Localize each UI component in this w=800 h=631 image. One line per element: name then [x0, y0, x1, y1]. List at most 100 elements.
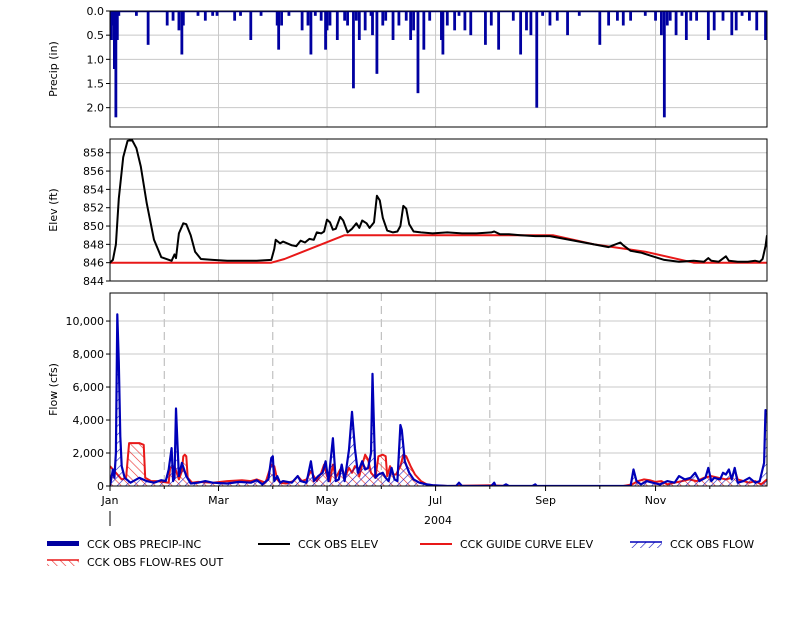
y-tick-label: 2,000	[73, 447, 105, 460]
precip-bar	[171, 11, 175, 21]
precip-bar	[689, 11, 693, 21]
y-tick-label: 0.0	[87, 5, 105, 18]
precip-bar	[391, 11, 395, 40]
flow-panel: 0 2,000 4,000 6,000 8,000 10,000 Flow (cfs)	[47, 292, 768, 493]
precip-bar	[412, 11, 415, 31]
y-tick-label: 0	[97, 480, 104, 493]
precip-bar	[177, 11, 181, 31]
y-tick-label: 1.5	[87, 78, 105, 91]
precip-bar	[335, 11, 339, 40]
y-axis-label: Precip (in)	[47, 41, 60, 97]
precip-bar	[371, 11, 374, 36]
precip-bar	[773, 11, 776, 16]
precip-bar	[621, 11, 625, 26]
precip-bar	[662, 11, 666, 118]
precip-bar	[484, 11, 487, 45]
precip-bar	[755, 11, 759, 31]
precip-bar	[404, 11, 408, 21]
precip-bar	[277, 11, 281, 50]
precip-bar	[384, 11, 388, 21]
time-axis: Jan Mar May Jul Sep Nov 2004	[101, 486, 711, 527]
x-tick-label: Jan	[101, 494, 119, 507]
precip-bar	[734, 11, 738, 31]
precip-bar	[233, 11, 237, 21]
precip-bar	[453, 11, 457, 31]
legend-item: CCK OBS ELEV	[258, 538, 379, 551]
precip-bar	[352, 11, 355, 89]
precip-bar	[525, 11, 528, 31]
hydrograph-figure: 0.0 0.5 1.0 1.5 2.0 Precip (in) 844 846 848 850 8…	[0, 0, 800, 627]
elevation-panel: 844 846 848 850 852 854 856 858 Elev (ft)	[47, 138, 768, 288]
precip-bar	[428, 11, 432, 21]
precip-bar	[319, 11, 323, 21]
precip-bar	[721, 11, 725, 21]
precip-bar	[325, 11, 329, 31]
y-tick-label: 846	[83, 257, 104, 270]
precip-bar	[309, 11, 313, 55]
precip-bar	[660, 11, 663, 36]
precip-bar	[203, 11, 207, 21]
y-tick-label: 844	[83, 275, 104, 288]
precip-panel: 0.0 0.5 1.0 1.5 2.0 Precip (in)	[47, 5, 776, 128]
legend-item: CCK OBS FLOW-RES OUT	[47, 556, 223, 569]
precip-bar	[357, 11, 361, 40]
precip-bar	[181, 11, 185, 26]
precip-bar	[748, 11, 751, 21]
y-tick-label: 8,000	[73, 348, 105, 361]
precip-bar	[375, 11, 379, 74]
guide-curve-line	[110, 234, 767, 264]
res-out-area	[110, 443, 767, 486]
year-label: 2004	[424, 514, 452, 527]
legend-swatch-hatch	[47, 560, 79, 566]
plot-area	[110, 11, 776, 118]
precip-bar	[249, 11, 253, 40]
y-tick-label: 10,000	[66, 315, 105, 328]
legend-item: CCK OBS PRECIP-INC	[47, 538, 202, 551]
legend-item: CCK OBS FLOW	[630, 538, 754, 551]
precip-bar	[363, 11, 367, 31]
legend-label: CCK GUIDE CURVE ELEV	[460, 538, 594, 551]
precip-bar	[416, 11, 420, 94]
y-tick-label: 856	[83, 165, 104, 178]
y-axis-label: Flow (cfs)	[47, 363, 60, 416]
legend-label: CCK OBS FLOW-RES OUT	[87, 556, 223, 569]
precip-bar	[674, 11, 678, 36]
precip-bar	[535, 11, 539, 108]
precip-bar	[566, 11, 569, 36]
precip-bar	[616, 11, 619, 21]
legend-label: CCK OBS PRECIP-INC	[87, 538, 202, 551]
precip-bar	[409, 11, 413, 40]
y-tick-label: 852	[83, 202, 104, 215]
y-tick-label: 0.5	[87, 29, 105, 42]
panel-frame	[109, 10, 768, 128]
precip-bar	[146, 11, 150, 45]
precip-bar	[706, 11, 710, 40]
precip-bar	[445, 11, 449, 26]
precip-bar	[607, 11, 611, 26]
y-tick-label: 848	[83, 238, 104, 251]
precip-bar	[300, 11, 304, 31]
precip-bar	[712, 11, 716, 31]
precip-bar	[555, 11, 559, 21]
precip-bar	[629, 11, 633, 21]
y-tick-label: 854	[83, 183, 104, 196]
precip-bar	[598, 11, 602, 45]
precip-bar	[665, 11, 669, 26]
y-tick-label: 4,000	[73, 414, 105, 427]
y-tick-label: 850	[83, 220, 104, 233]
y-tick-label: 6,000	[73, 381, 105, 394]
precip-bar	[695, 11, 699, 21]
precip-bar	[469, 11, 473, 36]
legend-swatch-hatch	[630, 542, 662, 548]
y-tick-label: 858	[83, 147, 104, 160]
precip-bar	[346, 11, 349, 26]
precip-bar	[654, 11, 657, 21]
y-tick-label: 1.0	[87, 53, 105, 66]
x-tick-label: Mar	[208, 494, 229, 507]
legend: CCK OBS PRECIP-INC CCK OBS ELEV CCK GUIDE …	[47, 538, 754, 569]
obs-flow-line	[110, 313, 767, 486]
x-tick-label: Jul	[428, 494, 442, 507]
res-out-line	[110, 442, 767, 486]
legend-label: CCK OBS FLOW	[670, 538, 754, 551]
hydrograph-svg: 0.00.51.01.52.0Precip (in) 8448468488508…	[47, 5, 776, 569]
